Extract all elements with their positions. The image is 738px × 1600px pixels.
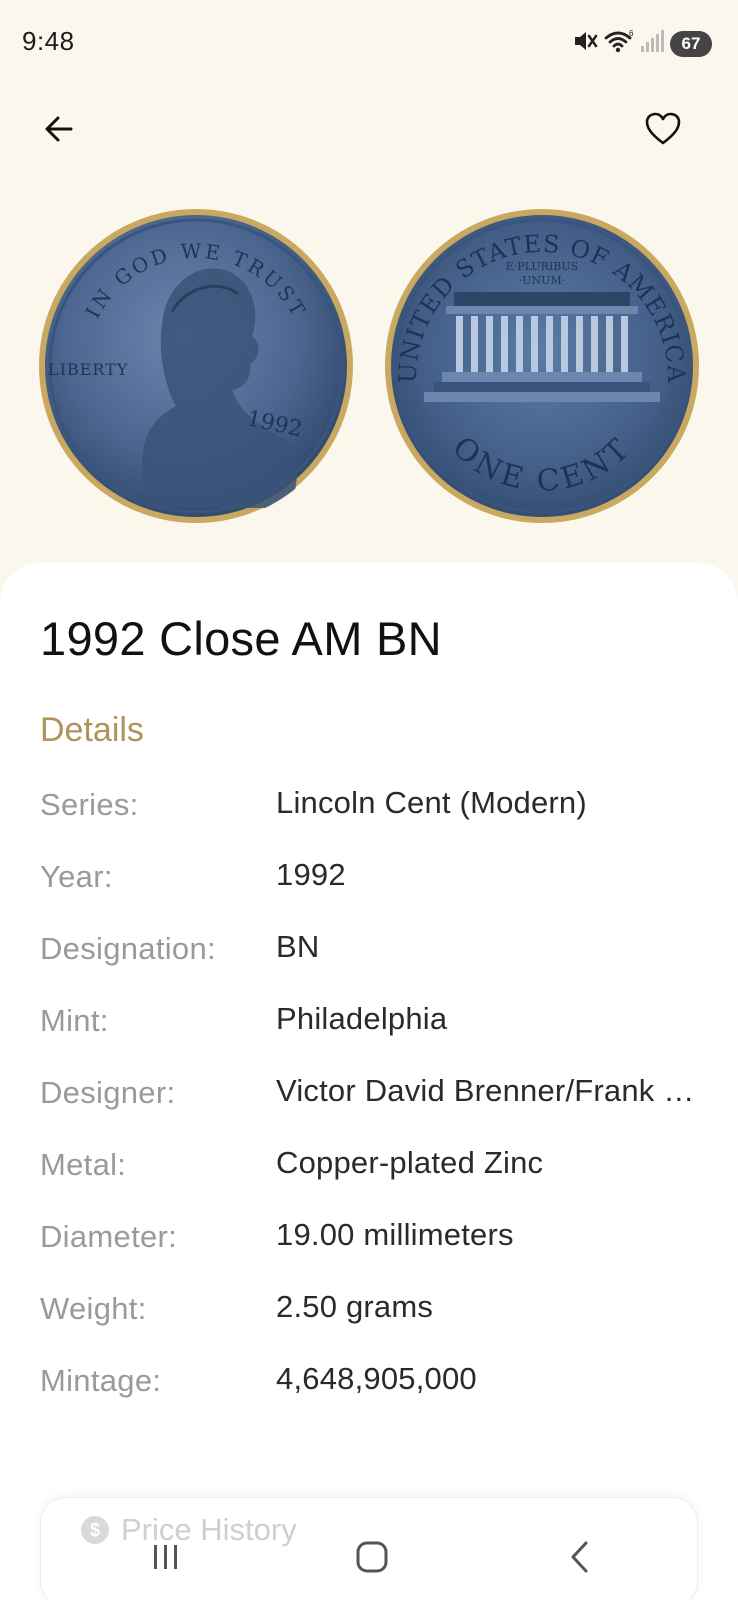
home-button[interactable] <box>342 1534 402 1584</box>
recents-button[interactable] <box>136 1534 196 1584</box>
details-section-title: Details <box>40 711 144 749</box>
detail-value: BN <box>276 929 320 964</box>
home-icon <box>355 1540 389 1579</box>
details-card: 1992 Close AM BN Details Series: Lincoln… <box>0 563 738 1600</box>
system-nav-bar <box>0 1520 738 1600</box>
recents-icon <box>150 1542 182 1577</box>
detail-label: Diameter: <box>40 1219 178 1254</box>
detail-value[interactable]: Victor David Brenner/Frank … <box>276 1073 700 1109</box>
detail-row-designer: Designer: Victor David Brenner/Frank … <box>40 1063 700 1135</box>
wifi-icon: 6 <box>604 28 634 59</box>
coin-obverse-image[interactable]: IN GOD WE TRUST LIBERTY 1992 <box>38 208 354 524</box>
detail-label: Designer: <box>40 1075 176 1110</box>
detail-label: Mintage: <box>40 1363 162 1398</box>
detail-row-mintage: Mintage: 4,648,905,000 <box>40 1351 700 1423</box>
obverse-liberty: LIBERTY <box>48 360 128 379</box>
arrow-left-icon <box>43 113 75 150</box>
mute-icon <box>572 28 598 59</box>
details-list: Series: Lincoln Cent (Modern) Year: 1992… <box>40 775 700 1423</box>
chevron-left-icon <box>566 1540 594 1579</box>
detail-label: Designation: <box>40 931 216 966</box>
battery-icon: 67 <box>670 30 712 57</box>
detail-label: Series: <box>40 787 139 822</box>
detail-value: 2.50 grams <box>276 1289 434 1324</box>
reverse-motto-line2: ·UNUM· <box>519 274 565 287</box>
signal-icon <box>640 28 664 59</box>
system-back-button[interactable] <box>550 1534 610 1584</box>
detail-row-diameter: Diameter: 19.00 millimeters <box>40 1207 700 1279</box>
status-icons: 6 67 <box>572 28 712 59</box>
detail-row-weight: Weight: 2.50 grams <box>40 1279 700 1351</box>
detail-value: Copper-plated Zinc <box>276 1145 544 1180</box>
detail-value: Lincoln Cent (Modern) <box>276 785 587 820</box>
back-button[interactable] <box>38 110 80 152</box>
detail-label: Year: <box>40 859 113 894</box>
detail-row-year: Year: 1992 <box>40 847 700 919</box>
detail-value: 19.00 millimeters <box>276 1217 514 1252</box>
detail-row-designation: Designation: BN <box>40 919 700 991</box>
detail-value: 1992 <box>276 857 346 892</box>
detail-value: 4,648,905,000 <box>276 1361 477 1396</box>
screen: 9:48 6 67 IN GOD WE TRUST LIBERTY 1992 U… <box>0 0 738 1600</box>
detail-value: Philadelphia <box>276 1001 448 1036</box>
detail-row-mint: Mint: Philadelphia <box>40 991 700 1063</box>
favorite-button[interactable] <box>642 110 684 152</box>
status-bar: 9:48 6 67 <box>0 0 738 84</box>
reverse-motto-line1: E·PLURIBUS <box>506 260 578 273</box>
detail-label: Metal: <box>40 1147 127 1182</box>
detail-row-series: Series: Lincoln Cent (Modern) <box>40 775 700 847</box>
coin-reverse-image[interactable]: UNITED STATES OF AMERICA E·PLURIBUS ·UNU… <box>384 208 700 524</box>
status-time: 9:48 <box>22 26 75 56</box>
heart-outline-icon <box>645 112 681 151</box>
coin-title: 1992 Close AM BN <box>40 612 442 665</box>
detail-label: Weight: <box>40 1291 147 1326</box>
detail-label: Mint: <box>40 1003 109 1038</box>
detail-row-metal: Metal: Copper-plated Zinc <box>40 1135 700 1207</box>
svg-text:6: 6 <box>629 29 634 38</box>
